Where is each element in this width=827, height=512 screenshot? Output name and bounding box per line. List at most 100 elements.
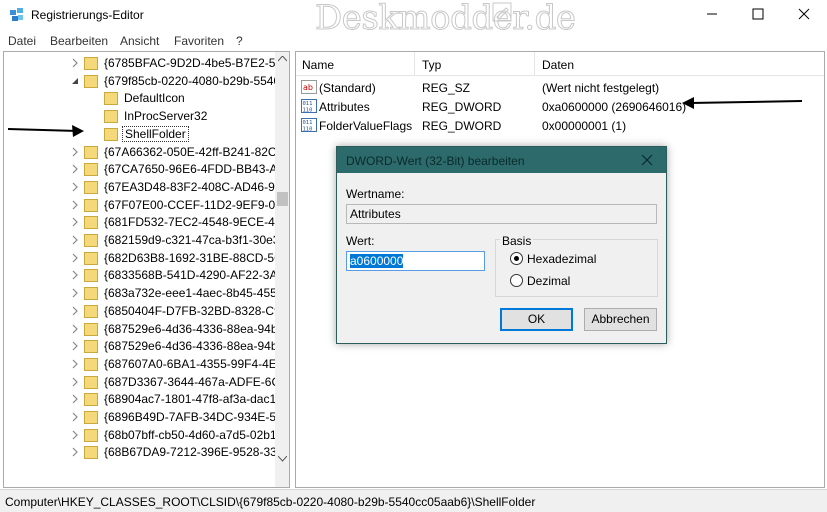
folder-icon [104,127,118,141]
value-name: Attributes [319,100,370,114]
value-name: FolderValueFlags [319,119,413,133]
menu-favoriten[interactable]: Favoriten [174,34,224,48]
menu-help[interactable]: ? [236,34,243,48]
string-value-icon: ab [301,80,317,94]
value-name-field: Attributes [346,204,657,224]
collapsed-arrow-icon[interactable] [70,341,80,351]
collapsed-arrow-icon[interactable] [70,217,80,227]
collapsed-arrow-icon[interactable] [70,430,80,440]
close-icon [798,8,810,20]
value-data: 0x00000001 (1) [542,119,627,133]
tree-item-label: {67A66362-050E-42ff-B241-82C1 [104,144,284,159]
column-type-header[interactable]: Typ [422,58,441,72]
folder-icon [104,92,118,106]
folder-icon [84,269,98,283]
minimize-button[interactable] [689,0,735,30]
dialog-title-bar[interactable]: DWORD-Wert (32-Bit) bearbeiten [337,147,666,173]
column-data-header[interactable]: Daten [542,58,574,72]
edit-dword-dialog: DWORD-Wert (32-Bit) bearbeiten Wertname:… [336,146,667,344]
folder-icon [84,198,98,212]
registry-editor-window: Registrierungs-Editor Deskmodder.de Date… [0,0,827,512]
folder-icon [84,180,98,194]
value-data-label: Wert: [346,234,375,248]
collapsed-arrow-icon[interactable] [70,182,80,192]
value-type: REG_DWORD [422,100,502,114]
cancel-button[interactable]: Abbrechen [584,308,657,331]
value-row[interactable]: 011 110 FolderValueFlags REG_DWORD 0x0000000… [296,116,824,135]
pencil-icon [492,2,512,22]
value-type: REG_SZ [422,81,471,95]
tree-vertical-scrollbar[interactable] [275,52,289,487]
collapsed-arrow-icon[interactable] [70,235,80,245]
value-name-text: Attributes [350,207,401,221]
collapsed-arrow-icon[interactable] [70,200,80,210]
scroll-down-icon[interactable] [278,456,287,462]
tree-item-label: {682159d9-c321-47ca-b3f1-30e3 [104,233,280,247]
column-name-header[interactable]: Name [302,58,334,72]
value-data-input[interactable]: a0600000 [346,251,485,271]
collapsed-arrow-icon[interactable] [70,394,80,404]
radio-decimal-label[interactable]: Dezimal [527,274,570,288]
tree-item-label: {68B67DA9-7212-396E-9528-33F [104,445,285,460]
folder-icon [84,411,98,424]
folder-icon [84,74,98,88]
tree-item-label: DefaultIcon [124,91,185,106]
value-name-label: Wertname: [346,187,405,201]
expanded-arrow-icon[interactable] [70,76,80,86]
maximize-button[interactable] [735,0,781,30]
tree-item-label: {6833568B-541D-4290-AF22-3AF [104,268,285,283]
folder-icon [84,340,98,354]
value-data-text: a0600000 [350,254,404,268]
tree-item-label: {683a732e-eee1-4aec-8b45-4558 [104,286,284,301]
svg-text:011: 011 [303,120,313,126]
close-button[interactable] [781,0,827,30]
menu-datei[interactable]: Datei [8,34,36,48]
key-tree[interactable]: {68B67DA9-7212-396E-9528-33F {68b07bff-cb… [3,51,290,488]
collapsed-arrow-icon[interactable] [70,270,80,280]
tree-item-label: {67CA7650-96E6-4FDD-BB43-A8 [104,162,285,177]
collapsed-arrow-icon[interactable] [70,359,80,369]
tree-item-label: {68904ac7-1801-47f8-af3a-dac1 [104,392,277,407]
collapsed-arrow-icon[interactable] [70,412,80,422]
tree-item-label: InProcServer32 [124,109,208,124]
folder-icon [104,110,118,124]
ok-button[interactable]: OK [500,308,573,331]
folder-icon [84,357,98,371]
column-separator[interactable] [414,52,415,76]
radio-hexadecimal-label[interactable]: Hexadezimal [527,252,596,266]
scrollbar-thumb[interactable] [277,192,288,206]
column-separator[interactable] [534,52,535,76]
folder-icon [84,322,98,336]
menu-bearbeiten[interactable]: Bearbeiten [50,34,108,48]
tree-item-label: ShellFolder [122,125,189,142]
collapsed-arrow-icon[interactable] [70,447,80,457]
svg-text:110: 110 [303,127,313,133]
folder-icon [84,393,98,407]
svg-text:011: 011 [303,101,313,107]
menu-ansicht[interactable]: Ansicht [120,34,159,48]
tree-item-label: {68b07bff-cb50-4d60-a7d5-02b1 [104,427,277,442]
menu-bar: Datei Bearbeiten Ansicht Favoriten ? [0,31,827,51]
value-data: (Wert nicht festgelegt) [542,81,660,95]
collapsed-arrow-icon[interactable] [70,147,80,157]
collapsed-arrow-icon[interactable] [70,164,80,174]
collapsed-arrow-icon[interactable] [70,324,80,334]
tree-item-label: {67F07E00-CCEF-11D2-9EF9-006 [104,197,289,212]
close-icon[interactable] [640,153,654,167]
radio-hexadecimal[interactable] [510,252,523,265]
scroll-up-icon[interactable] [278,56,287,62]
title-bar[interactable]: Registrierungs-Editor Deskmodder.de [0,0,827,39]
collapsed-arrow-icon[interactable] [70,58,80,68]
svg-text:110: 110 [303,108,313,114]
values-header: Name Typ Daten [296,52,824,76]
radio-decimal[interactable] [510,274,523,287]
value-type: REG_DWORD [422,119,502,133]
collapsed-arrow-icon[interactable] [70,253,80,263]
value-row[interactable]: 011 110 Attributes REG_DWORD 0xa0600000 (269… [296,97,824,116]
value-row[interactable]: ab (Standard) REG_SZ (Wert nicht festgelegt… [296,78,824,97]
collapsed-arrow-icon[interactable] [70,377,80,387]
tree-item-label: {681FD532-7EC2-4548-9ECE-44A [104,215,290,230]
collapsed-arrow-icon[interactable] [70,288,80,298]
collapsed-arrow-icon[interactable] [70,306,80,316]
folder-icon [84,428,98,442]
